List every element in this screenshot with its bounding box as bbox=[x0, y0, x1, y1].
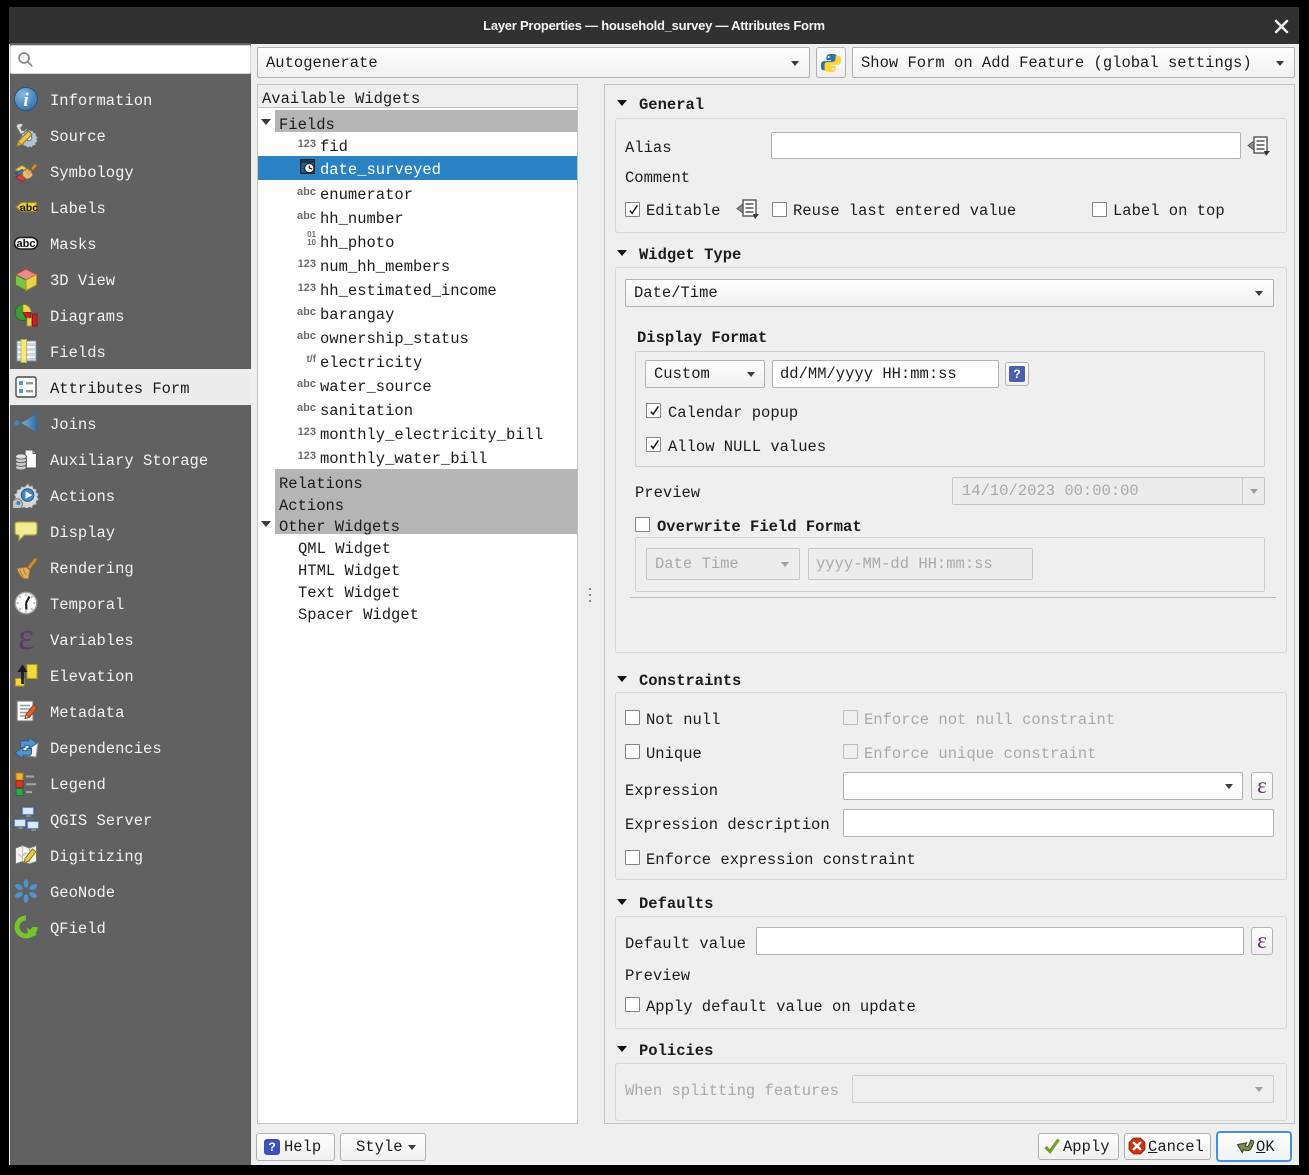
svg-text:abc: abc bbox=[20, 202, 38, 214]
svg-text:abc: abc bbox=[17, 238, 36, 250]
svg-text:ε: ε bbox=[18, 626, 34, 652]
svg-text:i: i bbox=[23, 90, 29, 111]
